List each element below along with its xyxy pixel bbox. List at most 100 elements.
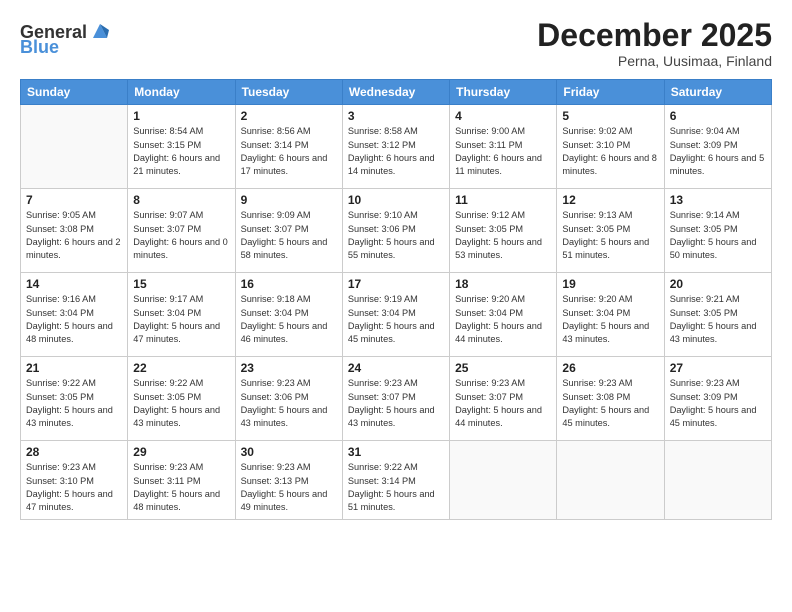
header: General Blue December 2025 Perna, Uusima… (20, 18, 772, 69)
day-number: 8 (133, 193, 229, 207)
calendar: Sunday Monday Tuesday Wednesday Thursday… (20, 79, 772, 519)
day-info: Sunrise: 9:20 AM Sunset: 3:04 PM Dayligh… (455, 293, 551, 346)
day-number: 18 (455, 277, 551, 291)
day-number: 9 (241, 193, 337, 207)
weekday-header-row: Sunday Monday Tuesday Wednesday Thursday… (21, 80, 772, 105)
day-info: Sunrise: 9:23 AM Sunset: 3:07 PM Dayligh… (348, 377, 444, 430)
day-number: 14 (26, 277, 122, 291)
day-info: Sunrise: 9:17 AM Sunset: 3:04 PM Dayligh… (133, 293, 229, 346)
calendar-cell: 9 Sunrise: 9:09 AM Sunset: 3:07 PM Daylig… (235, 189, 342, 273)
calendar-cell: 27Sunrise: 9:23 AM Sunset: 3:09 PM Dayli… (664, 357, 771, 441)
calendar-cell: 3 Sunrise: 8:58 AM Sunset: 3:12 PM Daylig… (342, 105, 449, 189)
subtitle: Perna, Uusimaa, Finland (537, 53, 772, 69)
weekday-friday: Friday (557, 80, 664, 105)
calendar-cell: 8Sunrise: 9:07 AM Sunset: 3:07 PM Daylig… (128, 189, 235, 273)
calendar-cell: 7Sunrise: 9:05 AM Sunset: 3:08 PM Daylig… (21, 189, 128, 273)
day-number: 19 (562, 277, 658, 291)
calendar-cell: 1 Sunrise: 8:54 AM Sunset: 3:15 PM Daylig… (128, 105, 235, 189)
page: General Blue December 2025 Perna, Uusima… (0, 0, 792, 612)
day-number: 15 (133, 277, 229, 291)
day-number: 29 (133, 445, 229, 459)
day-info: Sunrise: 9:23 AM Sunset: 3:10 PM Dayligh… (26, 461, 122, 514)
weekday-monday: Monday (128, 80, 235, 105)
day-number: 10 (348, 193, 444, 207)
day-info: Sunrise: 9:04 AM Sunset: 3:09 PM Dayligh… (670, 125, 766, 178)
day-info: Sunrise: 9:22 AM Sunset: 3:05 PM Dayligh… (26, 377, 122, 430)
day-info: Sunrise: 9:23 AM Sunset: 3:13 PM Dayligh… (241, 461, 337, 514)
calendar-cell: 5Sunrise: 9:02 AM Sunset: 3:10 PM Daylig… (557, 105, 664, 189)
calendar-cell: 17 Sunrise: 9:19 AM Sunset: 3:04 PM Dayli… (342, 273, 449, 357)
logo-icon (89, 20, 111, 42)
day-number: 11 (455, 193, 551, 207)
day-info: Sunrise: 9:19 AM Sunset: 3:04 PM Dayligh… (348, 293, 444, 346)
title-area: December 2025 Perna, Uusimaa, Finland (537, 18, 772, 69)
day-number: 17 (348, 277, 444, 291)
day-number: 1 (133, 109, 229, 123)
day-info: Sunrise: 9:23 AM Sunset: 3:06 PM Dayligh… (241, 377, 337, 430)
day-info: Sunrise: 9:22 AM Sunset: 3:14 PM Dayligh… (348, 461, 444, 514)
day-number: 21 (26, 361, 122, 375)
logo-blue: Blue (20, 38, 59, 56)
day-number: 28 (26, 445, 122, 459)
weekday-saturday: Saturday (664, 80, 771, 105)
day-info: Sunrise: 9:13 AM Sunset: 3:05 PM Dayligh… (562, 209, 658, 262)
calendar-cell: 23 Sunrise: 9:23 AM Sunset: 3:06 PM Dayli… (235, 357, 342, 441)
calendar-cell: 28 Sunrise: 9:23 AM Sunset: 3:10 PM Dayli… (21, 441, 128, 519)
day-info: Sunrise: 9:23 AM Sunset: 3:11 PM Dayligh… (133, 461, 229, 514)
day-number: 2 (241, 109, 337, 123)
day-info: Sunrise: 8:54 AM Sunset: 3:15 PM Dayligh… (133, 125, 229, 178)
day-info: Sunrise: 9:21 AM Sunset: 3:05 PM Dayligh… (670, 293, 766, 346)
calendar-cell: 19 Sunrise: 9:20 AM Sunset: 3:04 PM Dayli… (557, 273, 664, 357)
calendar-cell: 13Sunrise: 9:14 AM Sunset: 3:05 PM Dayli… (664, 189, 771, 273)
day-number: 22 (133, 361, 229, 375)
month-title: December 2025 (537, 18, 772, 53)
calendar-cell (664, 441, 771, 519)
day-info: Sunrise: 9:20 AM Sunset: 3:04 PM Dayligh… (562, 293, 658, 346)
calendar-cell: 4Sunrise: 9:00 AM Sunset: 3:11 PM Daylig… (450, 105, 557, 189)
day-info: Sunrise: 9:18 AM Sunset: 3:04 PM Dayligh… (241, 293, 337, 346)
day-number: 25 (455, 361, 551, 375)
day-info: Sunrise: 9:05 AM Sunset: 3:08 PM Dayligh… (26, 209, 122, 262)
weekday-wednesday: Wednesday (342, 80, 449, 105)
calendar-cell: 20 Sunrise: 9:21 AM Sunset: 3:05 PM Dayli… (664, 273, 771, 357)
calendar-cell: 11 Sunrise: 9:12 AM Sunset: 3:05 PM Dayli… (450, 189, 557, 273)
day-number: 12 (562, 193, 658, 207)
day-number: 23 (241, 361, 337, 375)
day-number: 3 (348, 109, 444, 123)
calendar-cell: 30 Sunrise: 9:23 AM Sunset: 3:13 PM Dayli… (235, 441, 342, 519)
logo: General Blue (20, 22, 111, 56)
day-info: Sunrise: 9:22 AM Sunset: 3:05 PM Dayligh… (133, 377, 229, 430)
day-info: Sunrise: 9:14 AM Sunset: 3:05 PM Dayligh… (670, 209, 766, 262)
calendar-cell: 25 Sunrise: 9:23 AM Sunset: 3:07 PM Dayli… (450, 357, 557, 441)
day-info: Sunrise: 9:23 AM Sunset: 3:08 PM Dayligh… (562, 377, 658, 430)
calendar-cell: 10 Sunrise: 9:10 AM Sunset: 3:06 PM Dayli… (342, 189, 449, 273)
weekday-tuesday: Tuesday (235, 80, 342, 105)
day-number: 20 (670, 277, 766, 291)
day-number: 26 (562, 361, 658, 375)
day-info: Sunrise: 9:12 AM Sunset: 3:05 PM Dayligh… (455, 209, 551, 262)
calendar-cell: 21 Sunrise: 9:22 AM Sunset: 3:05 PM Dayli… (21, 357, 128, 441)
calendar-cell (557, 441, 664, 519)
day-info: Sunrise: 9:23 AM Sunset: 3:07 PM Dayligh… (455, 377, 551, 430)
calendar-cell: 26 Sunrise: 9:23 AM Sunset: 3:08 PM Dayli… (557, 357, 664, 441)
day-number: 24 (348, 361, 444, 375)
weekday-sunday: Sunday (21, 80, 128, 105)
calendar-cell: 12 Sunrise: 9:13 AM Sunset: 3:05 PM Dayli… (557, 189, 664, 273)
calendar-cell: 18 Sunrise: 9:20 AM Sunset: 3:04 PM Dayli… (450, 273, 557, 357)
day-info: Sunrise: 9:10 AM Sunset: 3:06 PM Dayligh… (348, 209, 444, 262)
calendar-cell: 6 Sunrise: 9:04 AM Sunset: 3:09 PM Daylig… (664, 105, 771, 189)
day-number: 4 (455, 109, 551, 123)
day-info: Sunrise: 8:56 AM Sunset: 3:14 PM Dayligh… (241, 125, 337, 178)
calendar-cell: 16Sunrise: 9:18 AM Sunset: 3:04 PM Dayli… (235, 273, 342, 357)
day-number: 27 (670, 361, 766, 375)
calendar-cell: 15 Sunrise: 9:17 AM Sunset: 3:04 PM Dayli… (128, 273, 235, 357)
calendar-cell (21, 105, 128, 189)
day-info: Sunrise: 8:58 AM Sunset: 3:12 PM Dayligh… (348, 125, 444, 178)
day-number: 30 (241, 445, 337, 459)
calendar-cell: 22 Sunrise: 9:22 AM Sunset: 3:05 PM Dayli… (128, 357, 235, 441)
calendar-cell (450, 441, 557, 519)
calendar-cell: 29 Sunrise: 9:23 AM Sunset: 3:11 PM Dayli… (128, 441, 235, 519)
calendar-cell: 24 Sunrise: 9:23 AM Sunset: 3:07 PM Dayli… (342, 357, 449, 441)
day-number: 6 (670, 109, 766, 123)
day-info: Sunrise: 9:09 AM Sunset: 3:07 PM Dayligh… (241, 209, 337, 262)
